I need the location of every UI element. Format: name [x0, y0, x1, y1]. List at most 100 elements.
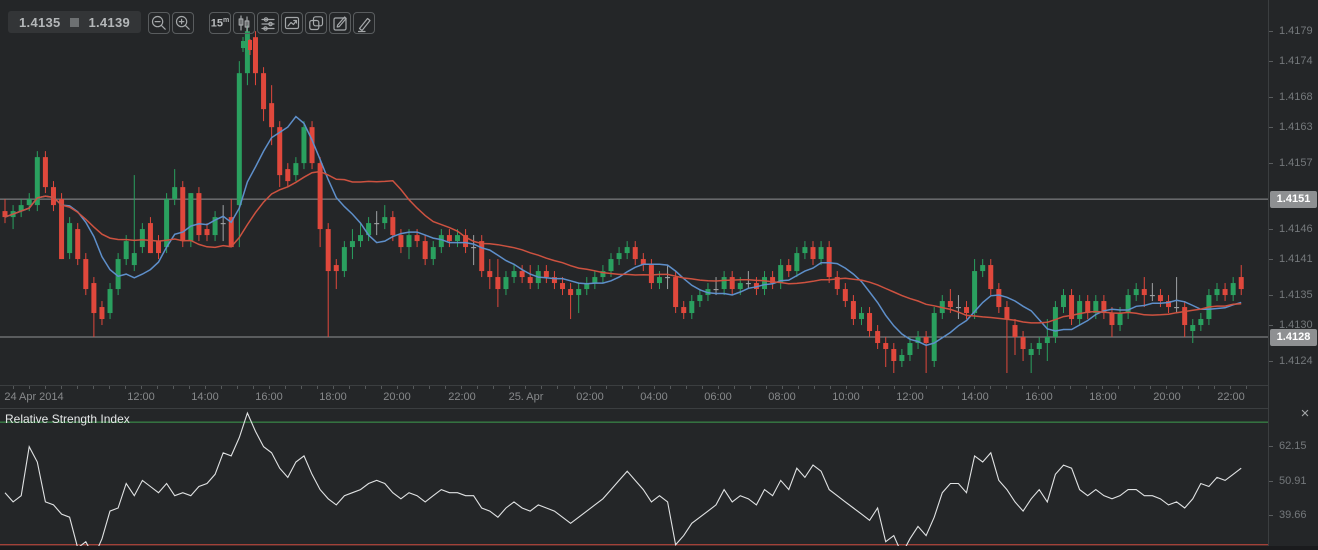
time-minor-tick — [237, 386, 238, 389]
chart-window-button[interactable] — [281, 12, 303, 34]
time-minor-tick — [173, 386, 174, 389]
time-minor-tick — [45, 386, 46, 389]
time-minor-tick — [654, 386, 655, 389]
price-tick-mark — [1269, 163, 1273, 164]
zoom-in-button[interactable] — [172, 12, 194, 34]
time-axis[interactable]: 24 Apr 201412:0014:0016:0018:0020:0022:0… — [0, 385, 1268, 409]
time-tick-label: 16:00 — [255, 391, 283, 403]
price-tick-mark — [1269, 325, 1273, 326]
time-minor-tick — [750, 386, 751, 389]
time-minor-tick — [1006, 386, 1007, 389]
time-minor-tick — [830, 386, 831, 389]
time-minor-tick — [686, 386, 687, 389]
price-tick-mark — [1269, 97, 1273, 98]
time-minor-tick — [958, 386, 959, 389]
time-tick-label: 12:00 — [896, 391, 924, 403]
time-tick-label: 25. Apr — [509, 391, 544, 403]
time-tick-label: 20:00 — [1153, 391, 1181, 403]
rsi-close-button[interactable]: × — [1297, 406, 1313, 422]
time-minor-tick — [493, 386, 494, 389]
time-minor-tick — [349, 386, 350, 389]
time-tick-label: 16:00 — [1025, 391, 1053, 403]
duplicate-chart-button[interactable] — [305, 12, 327, 34]
price-axis[interactable]: 1.41791.41741.41681.41631.41571.41461.41… — [1268, 0, 1318, 550]
time-tick-label: 20:00 — [383, 391, 411, 403]
price-chart[interactable] — [0, 0, 1268, 385]
timeframe-button[interactable]: 15m — [209, 12, 231, 34]
time-minor-tick — [285, 386, 286, 389]
bid-price: 1.4135 — [19, 15, 61, 30]
price-line-badge: 1.4128 — [1270, 329, 1317, 346]
time-minor-tick — [525, 386, 526, 389]
time-minor-tick — [301, 386, 302, 389]
pencil-square-icon — [330, 13, 350, 33]
rsi-title: Relative Strength Index — [5, 412, 130, 426]
edit-button[interactable] — [329, 12, 351, 34]
price-tick-mark — [1269, 295, 1273, 296]
time-minor-tick — [846, 386, 847, 389]
time-tick-label: 14:00 — [961, 391, 989, 403]
chart-type-button[interactable] — [233, 12, 255, 34]
time-minor-tick — [253, 386, 254, 389]
time-minor-tick — [93, 386, 94, 389]
panel-bottom-edge — [0, 546, 1318, 550]
time-minor-tick — [413, 386, 414, 389]
time-minor-tick — [1022, 386, 1023, 389]
time-minor-tick — [1070, 386, 1071, 389]
time-tick-label: 02:00 — [576, 391, 604, 403]
time-minor-tick — [782, 386, 783, 389]
price-tick-mark — [1269, 61, 1273, 62]
time-minor-tick — [1214, 386, 1215, 389]
time-minor-tick — [445, 386, 446, 389]
time-minor-tick — [638, 386, 639, 389]
price-tick-label: 1.4157 — [1279, 157, 1313, 169]
time-tick-label: 22:00 — [448, 391, 476, 403]
time-minor-tick — [606, 386, 607, 389]
time-tick-label: 08:00 — [768, 391, 796, 403]
time-minor-tick — [670, 386, 671, 389]
time-minor-tick — [974, 386, 975, 389]
time-minor-tick — [109, 386, 110, 389]
time-minor-tick — [734, 386, 735, 389]
rsi-tick-mark — [1269, 481, 1273, 482]
time-minor-tick — [942, 386, 943, 389]
time-minor-tick — [910, 386, 911, 389]
time-minor-tick — [509, 386, 510, 389]
price-line-badge: 1.4151 — [1270, 191, 1317, 208]
candlestick-icon — [234, 13, 254, 33]
time-tick-label: 10:00 — [832, 391, 860, 403]
time-minor-tick — [590, 386, 591, 389]
time-minor-tick — [365, 386, 366, 389]
time-minor-tick — [429, 386, 430, 389]
price-tick-label: 1.4163 — [1279, 121, 1313, 133]
time-minor-tick — [702, 386, 703, 389]
time-tick-label: 14:00 — [191, 391, 219, 403]
time-minor-tick — [894, 386, 895, 389]
time-minor-tick — [13, 386, 14, 389]
indicators-button[interactable] — [257, 12, 279, 34]
price-tick-label: 1.4179 — [1279, 25, 1313, 37]
sliders-icon — [258, 13, 278, 33]
spread-square-icon — [70, 18, 79, 27]
time-minor-tick — [798, 386, 799, 389]
magnifier-plus-icon — [173, 13, 193, 33]
price-tick-mark — [1269, 229, 1273, 230]
magnifier-minus-icon — [149, 13, 169, 33]
time-minor-tick — [1086, 386, 1087, 389]
time-minor-tick — [1118, 386, 1119, 389]
time-minor-tick — [221, 386, 222, 389]
time-minor-tick — [1246, 386, 1247, 389]
time-minor-tick — [157, 386, 158, 389]
price-tick-label: 1.4135 — [1279, 289, 1313, 301]
zoom-out-button[interactable] — [148, 12, 170, 34]
time-minor-tick — [205, 386, 206, 389]
time-minor-tick — [541, 386, 542, 389]
price-tick-label: 1.4168 — [1279, 91, 1313, 103]
rsi-chart[interactable] — [0, 409, 1268, 550]
draw-button[interactable] — [353, 12, 375, 34]
time-minor-tick — [461, 386, 462, 389]
time-tick-label: 04:00 — [640, 391, 668, 403]
time-minor-tick — [574, 386, 575, 389]
time-tick-label: 18:00 — [1089, 391, 1117, 403]
time-tick-label: 12:00 — [127, 391, 155, 403]
